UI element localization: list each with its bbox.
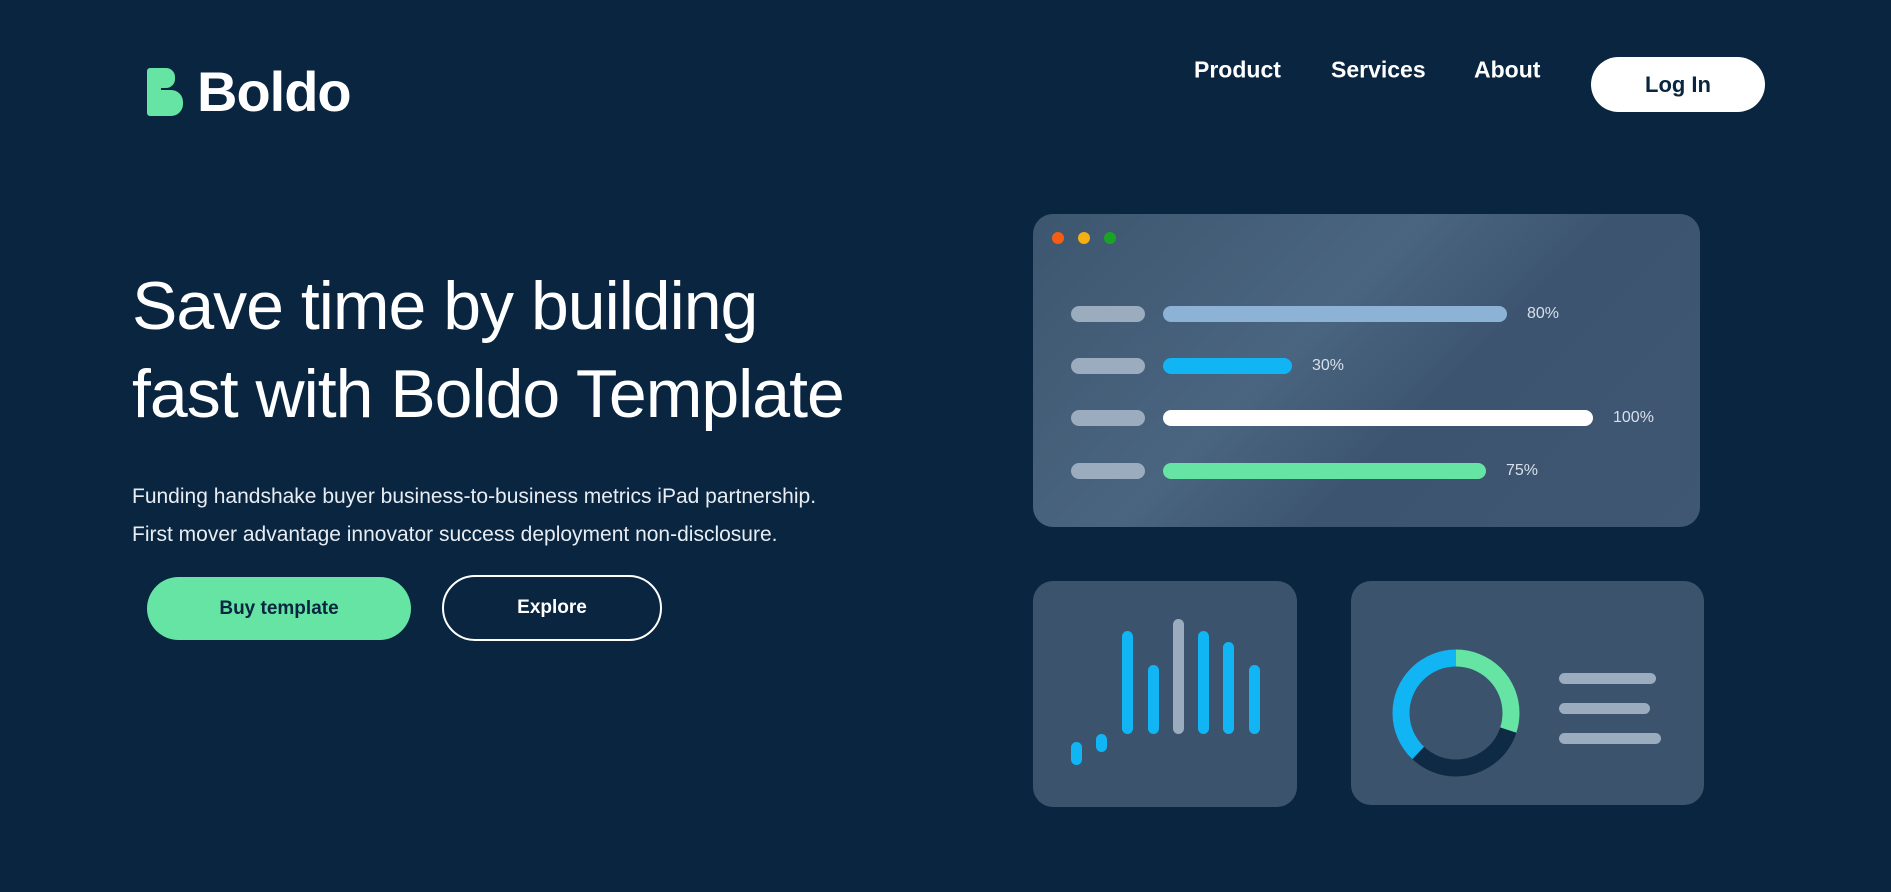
chart-bar [1223, 642, 1234, 734]
progress-percent-label: 75% [1506, 462, 1539, 479]
window-maximize-dot [1104, 232, 1116, 244]
chart-bar [1148, 665, 1159, 734]
window-minimize-dot [1078, 232, 1090, 244]
hero-title-line: Save time by building [132, 268, 758, 344]
logo-icon [147, 68, 185, 116]
progress-bar-100 [1163, 410, 1593, 426]
explore-button[interactable]: Explore [442, 575, 662, 641]
donut-chart-card-illustration [1351, 581, 1704, 805]
progress-bar-30 [1163, 358, 1292, 374]
progress-bar-80 [1163, 306, 1507, 322]
legend-line [1559, 673, 1656, 684]
progress-row-label-placeholder [1071, 410, 1145, 426]
progress-row-label-placeholder [1071, 358, 1145, 374]
progress-card-illustration: 80% 30% 100% 75% [1033, 214, 1700, 527]
chart-bar [1071, 742, 1082, 765]
progress-percent-label: 80% [1527, 305, 1560, 322]
chart-bar [1249, 665, 1260, 734]
login-button[interactable]: Log In [1591, 57, 1765, 112]
chart-bar [1122, 631, 1133, 734]
hero-title: Save time by building fast with Boldo Te… [132, 262, 932, 438]
nav-services[interactable]: Services [1331, 57, 1426, 84]
hero-description: Funding handshake buyer business-to-busi… [132, 478, 1032, 554]
chart-bar [1173, 619, 1184, 734]
progress-bar-75 [1163, 463, 1486, 479]
nav-about[interactable]: About [1474, 57, 1540, 84]
chart-bar [1096, 734, 1107, 752]
progress-percent-label: 30% [1312, 357, 1345, 374]
bar-chart-card-illustration [1033, 581, 1297, 807]
hero-title-line: fast with Boldo Template [132, 356, 845, 432]
buy-template-button[interactable]: Buy template [147, 577, 411, 640]
progress-percent-label: 100% [1613, 409, 1654, 426]
hero-description-line: First mover advantage innovator success … [132, 523, 778, 546]
logo-text: Boldo [197, 60, 352, 123]
legend-line [1559, 703, 1650, 714]
progress-row-label-placeholder [1071, 463, 1145, 479]
hero-description-line: Funding handshake buyer business-to-busi… [132, 485, 817, 508]
nav-product[interactable]: Product [1194, 57, 1281, 84]
donut-chart [1392, 649, 1520, 777]
progress-row-label-placeholder [1071, 306, 1145, 322]
window-close-dot [1052, 232, 1064, 244]
brand-logo[interactable]: Boldo [147, 60, 352, 123]
legend-line [1559, 733, 1661, 744]
chart-bar [1198, 631, 1209, 734]
